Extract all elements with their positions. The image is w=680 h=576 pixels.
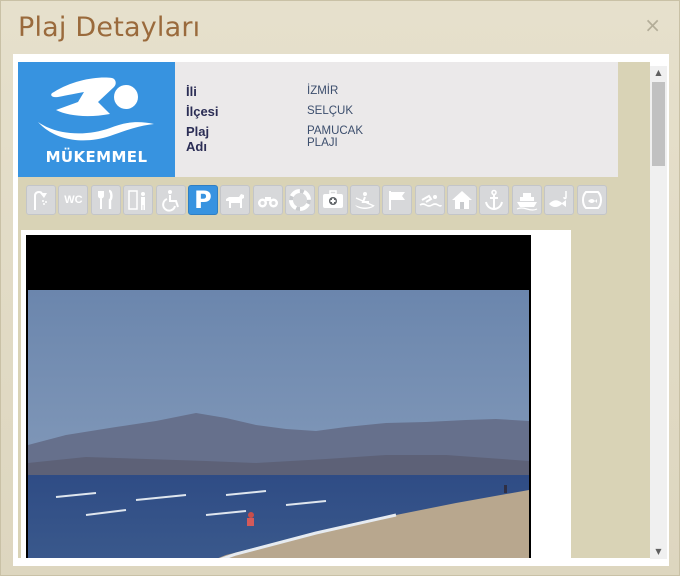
fishbowl-icon <box>576 185 607 215</box>
scroll-up-icon[interactable]: ▲ <box>650 66 667 80</box>
scroll-thumb[interactable] <box>652 82 665 166</box>
district-value: SELÇUK <box>307 105 354 117</box>
restaurant-icon <box>90 185 121 215</box>
anchor-icon <box>479 185 510 215</box>
quality-badge: MÜKEMMEL <box>18 62 175 177</box>
scroll-down-icon[interactable]: ▼ <box>650 545 667 559</box>
parking-icon: P <box>187 185 218 215</box>
quality-label: MÜKEMMEL <box>45 148 148 166</box>
dialog-content: MÜKEMMEL İli İZMİR İlçesi SELÇUK Plaj Ad… <box>13 54 669 566</box>
fishing-icon <box>544 185 575 215</box>
beach-name-value: PAMUCAK PLAJI <box>307 125 364 149</box>
lifebuoy-icon <box>285 185 316 215</box>
photo-frame <box>21 230 571 558</box>
shower-icon <box>26 185 56 215</box>
beach-info-panel: MÜKEMMEL İli İZMİR İlçesi SELÇUK Plaj Ad… <box>18 62 618 177</box>
flag-icon <box>382 185 413 215</box>
beach-photo <box>26 235 531 558</box>
wheelchair-icon <box>155 185 186 215</box>
beach-details-dialog: Plaj Detayları × MÜKEMMEL İli İZMİR İlçe… <box>0 0 680 576</box>
rowing-icon <box>349 185 380 215</box>
dog-icon <box>220 185 251 215</box>
vertical-scrollbar[interactable]: ▲ ▼ <box>650 66 667 559</box>
house-icon <box>447 185 478 215</box>
dialog-title: Plaj Detayları <box>18 12 201 43</box>
parking-text: P <box>194 186 212 214</box>
binoculars-icon <box>252 185 283 215</box>
dialog-titlebar: Plaj Detayları × <box>1 1 680 53</box>
district-label: İlçesi <box>186 104 219 119</box>
wc-icon: WC <box>58 185 89 215</box>
close-icon[interactable]: × <box>644 15 661 35</box>
boat-icon <box>511 185 542 215</box>
facility-icons: WC P <box>26 185 607 217</box>
swimming-icon <box>414 185 445 215</box>
first-aid-icon <box>317 185 348 215</box>
swimmer-icon <box>38 77 154 141</box>
beach-name-label: Plaj Adı <box>186 124 210 154</box>
changing-room-icon <box>123 185 154 215</box>
wc-text: WC <box>64 194 83 206</box>
content-scroll-area: MÜKEMMEL İli İZMİR İlçesi SELÇUK Plaj Ad… <box>18 62 650 558</box>
province-value: İZMİR <box>307 85 339 97</box>
province-label: İli <box>186 84 197 99</box>
